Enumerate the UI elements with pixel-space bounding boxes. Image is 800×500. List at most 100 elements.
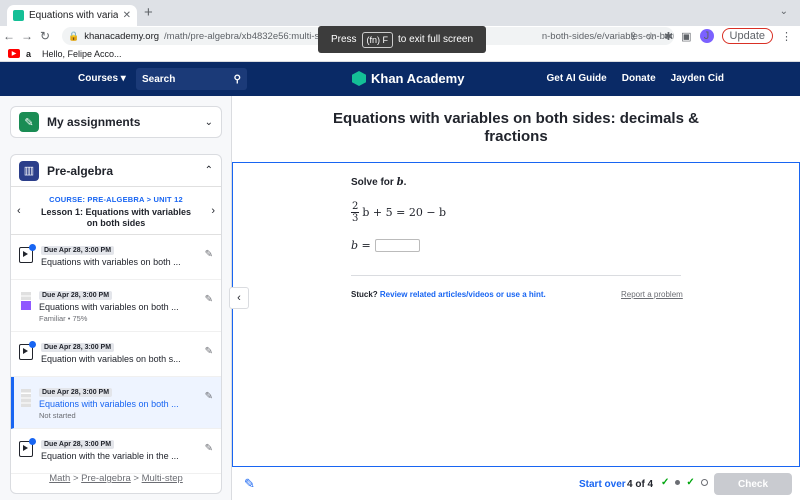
donate-link[interactable]: Donate <box>622 73 656 84</box>
item-title: Equations with variables on both ... <box>39 302 179 312</box>
progress-count: 4 of 4 <box>627 479 654 490</box>
list-item-active[interactable]: Due Apr 28, 3:00 PM Equations with varia… <box>11 377 221 429</box>
check-button[interactable]: Check <box>714 473 792 495</box>
my-assignments-card[interactable]: ✎ My assignments ⌄ <box>10 106 222 138</box>
divider <box>351 275 681 276</box>
exercise-footer: ✎ Start over 4 of 4 ✓ ✓ Check <box>232 468 800 500</box>
logo-text: Khan Academy <box>371 71 465 86</box>
update-button[interactable]: Update <box>721 28 773 44</box>
start-over-button[interactable]: Start over <box>579 479 626 490</box>
due-badge: Due Apr 28, 3:00 PM <box>41 440 115 449</box>
exercise-progress-icon <box>21 292 31 310</box>
fullscreen-key: (fn) F <box>361 31 393 48</box>
bookmark-hello[interactable]: Hello, Felipe Acco... <box>42 49 122 59</box>
scratchpad-pencil-icon[interactable]: ✎ <box>244 476 255 492</box>
edit-icon[interactable]: ✎ <box>205 443 213 454</box>
browser-tab[interactable]: Equations with variables on bo ✕ <box>7 5 137 26</box>
item-title: Equations with variables on both ... <box>41 257 181 267</box>
answer-input[interactable] <box>374 239 420 252</box>
search-label: Search <box>142 73 176 85</box>
breadcrumb-prealgebra[interactable]: Pre-algebra <box>81 473 131 484</box>
amazon-bookmark-icon[interactable]: a <box>26 48 36 59</box>
chevron-up-icon[interactable]: ⌃ <box>205 165 213 176</box>
item-status: Familiar • 75% <box>39 314 88 323</box>
video-icon <box>19 341 36 360</box>
list-item[interactable]: Due Apr 28, 3:00 PM Equation with the va… <box>11 429 221 474</box>
share-icon[interactable]: ⇪ <box>629 30 638 43</box>
list-item[interactable]: Due Apr 28, 3:00 PM Equation with variab… <box>11 332 221 377</box>
more-menu-icon[interactable]: ⋮ <box>781 30 792 43</box>
lesson-items: Due Apr 28, 3:00 PM Equations with varia… <box>11 235 221 474</box>
hint-link[interactable]: Review related articles/videos or use a … <box>380 290 546 299</box>
course-title: Pre-algebra <box>47 163 114 178</box>
video-icon <box>19 244 36 263</box>
course-card-header[interactable]: ▥ Pre-algebra ⌃ <box>11 155 221 187</box>
fraction-numerator: 2 <box>351 201 360 213</box>
answer-row: b = <box>351 239 420 252</box>
tab-menu-chevron-icon[interactable]: ⌄ <box>780 6 788 17</box>
edit-icon[interactable]: ✎ <box>205 346 213 357</box>
lock-icon: 🔒 <box>68 30 80 41</box>
exercise-progress-icon <box>21 389 31 407</box>
bookmark-star-icon[interactable]: ☆ <box>646 30 656 43</box>
search-input[interactable]: Search ⚲ <box>136 68 247 90</box>
due-badge: Due Apr 28, 3:00 PM <box>39 388 113 397</box>
course-unit-link[interactable]: COURSE: PRE-ALGEBRA > UNIT 12 <box>11 195 221 204</box>
close-tab-icon[interactable]: ✕ <box>123 10 131 21</box>
due-badge: Due Apr 28, 3:00 PM <box>41 246 115 255</box>
ka-header: Courses ▾ Search ⚲ Khan Academy Get AI G… <box>0 62 800 96</box>
item-title: Equation with the variable in the ... <box>41 451 179 461</box>
next-lesson-icon[interactable]: › <box>211 205 215 217</box>
edit-icon[interactable]: ✎ <box>205 249 213 260</box>
due-badge: Due Apr 28, 3:00 PM <box>39 291 113 300</box>
video-icon <box>19 438 36 457</box>
my-assignments-title: My assignments <box>47 115 141 129</box>
breadcrumb-math[interactable]: Math <box>49 473 70 484</box>
item-status: Not started <box>39 411 76 420</box>
lesson-nav: ‹ COURSE: PRE-ALGEBRA > UNIT 12 Lesson 1… <box>11 187 221 235</box>
assignments-icon: ✎ <box>19 112 39 132</box>
page-title: Equations with variables on both sides: … <box>333 110 699 145</box>
sidepanel-icon[interactable]: ▣ <box>681 30 691 43</box>
fraction-denominator: 3 <box>352 213 359 224</box>
edit-icon[interactable]: ✎ <box>205 294 213 305</box>
extensions-icon[interactable]: ✱ <box>664 30 673 43</box>
reload-icon[interactable]: ↻ <box>36 29 54 43</box>
fraction: 2 3 <box>351 201 360 224</box>
stuck-label: Stuck? <box>351 290 378 299</box>
profile-avatar[interactable]: J <box>699 29 714 43</box>
back-icon[interactable]: ← <box>0 29 18 43</box>
equation: 2 3 b + 5 = 20 − b <box>351 201 446 224</box>
tab-title: Equations with variables on bo <box>29 10 118 21</box>
ai-guide-link[interactable]: Get AI Guide <box>547 73 607 84</box>
list-item[interactable]: Due Apr 28, 3:00 PM Equations with varia… <box>11 280 221 332</box>
stuck-row: Stuck? Review related articles/videos or… <box>351 290 546 299</box>
header-right: Get AI Guide Donate Jayden Cid <box>547 73 724 84</box>
khan-favicon-icon <box>13 10 24 21</box>
book-icon: ▥ <box>19 160 39 181</box>
youtube-bookmark-icon[interactable]: ▶ <box>8 49 20 58</box>
report-problem-link[interactable]: Report a problem <box>621 290 683 299</box>
breadcrumb: Math > Pre-algebra > Multi-step <box>49 473 183 484</box>
solve-variable: b <box>396 177 404 188</box>
breadcrumb-multistep[interactable]: Multi-step <box>142 473 183 484</box>
collapse-sidebar-icon[interactable]: ‹ <box>229 287 249 309</box>
forward-icon[interactable]: → <box>18 29 36 43</box>
current-circle-icon <box>700 479 708 486</box>
progress-marks: ✓ ✓ <box>661 477 708 488</box>
ka-logo[interactable]: Khan Academy <box>352 71 464 86</box>
answer-label: b = <box>351 239 371 252</box>
new-tab-icon[interactable]: + <box>144 4 153 21</box>
due-badge: Due Apr 28, 3:00 PM <box>41 343 115 352</box>
chevron-down-icon[interactable]: ⌄ <box>205 117 213 128</box>
browser-tabbar: Equations with variables on bo ✕ + ⌄ <box>0 0 800 26</box>
courses-menu[interactable]: Courses ▾ <box>78 73 126 84</box>
list-item[interactable]: Due Apr 28, 3:00 PM Equations with varia… <box>11 235 221 280</box>
url-host: khanacademy.org <box>84 30 160 42</box>
fullscreen-suffix: to exit full screen <box>398 34 474 45</box>
edit-icon[interactable]: ✎ <box>205 391 213 402</box>
user-menu[interactable]: Jayden Cid <box>671 73 724 84</box>
equation-rest: b + 5 = 20 − b <box>362 206 447 219</box>
lesson-title: Lesson 1: Equations with variables on bo… <box>40 207 192 228</box>
prev-lesson-icon[interactable]: ‹ <box>17 205 21 217</box>
